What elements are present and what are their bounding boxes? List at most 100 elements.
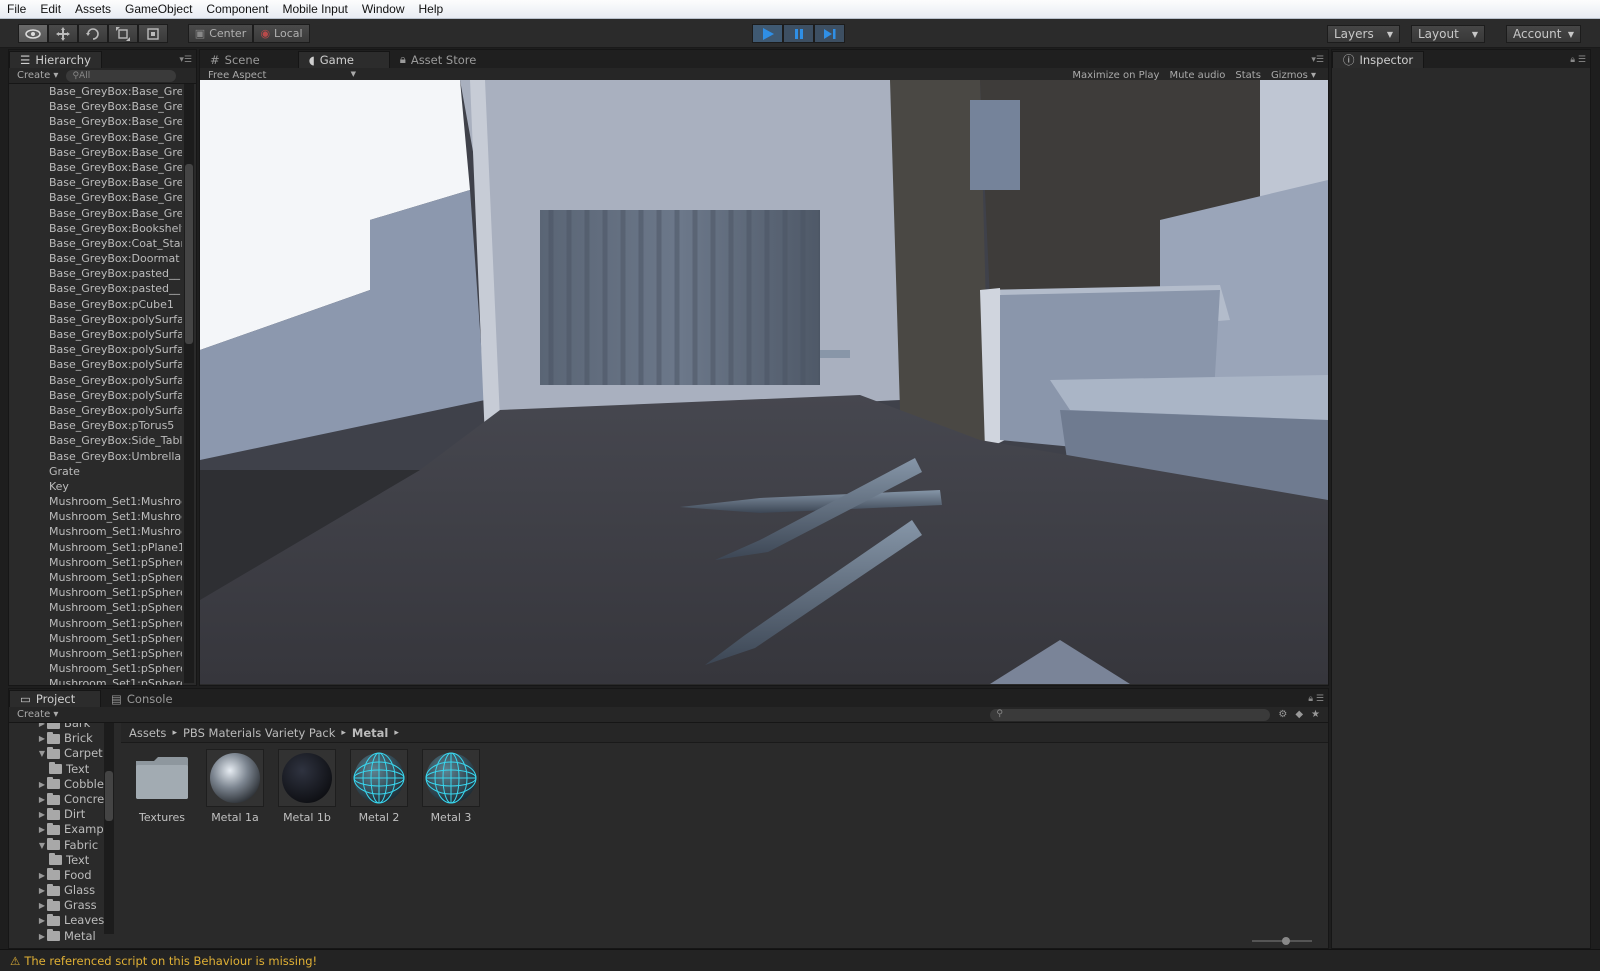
project-folder-item[interactable]: ▶ Cobble <box>9 777 107 792</box>
expand-arrow-right-icon[interactable]: ▶ <box>37 898 47 913</box>
expand-arrow-right-icon[interactable]: ▶ <box>37 723 47 731</box>
hierarchy-item[interactable]: Base_GreyBox:Base_Grey <box>9 206 182 221</box>
panel-menu-icon[interactable]: 🔒︎ ☰ <box>1308 694 1324 704</box>
hierarchy-item[interactable]: Mushroom_Set1:pSphere <box>9 646 182 661</box>
project-folder-item[interactable]: ▶ Concre <box>9 792 107 807</box>
hierarchy-item[interactable]: Base_GreyBox:Base_Grey <box>9 99 182 114</box>
tab-scene[interactable]: # Scene <box>200 51 270 68</box>
space-local-toggle[interactable]: ◉ Local <box>253 24 310 43</box>
scrollbar-thumb[interactable] <box>105 771 113 821</box>
tab-project[interactable]: ▭ Project <box>9 690 101 707</box>
project-folder-item[interactable]: ▶ Bark <box>9 723 107 731</box>
project-search-input[interactable]: ⚲ <box>990 708 1271 721</box>
hierarchy-scrollbar[interactable] <box>184 84 194 683</box>
game-view-render[interactable] <box>200 80 1328 684</box>
menu-item-edit[interactable]: Edit <box>40 2 61 16</box>
status-message[interactable]: The referenced script on this Behaviour … <box>24 954 317 968</box>
menu-item-file[interactable]: File <box>7 2 26 16</box>
hierarchy-item[interactable]: Base_GreyBox:Base_Grey <box>9 114 182 129</box>
breadcrumb-item[interactable]: Assets <box>129 726 166 740</box>
project-folder-item[interactable]: ▶ Food <box>9 868 107 883</box>
move-tool-button[interactable] <box>48 24 78 43</box>
play-button[interactable] <box>752 24 783 43</box>
step-button[interactable] <box>814 24 845 43</box>
hierarchy-item[interactable]: Base_GreyBox:polySurface <box>9 388 182 403</box>
hierarchy-item[interactable]: Mushroom_Set1:Mushroom <box>9 509 182 524</box>
hierarchy-item[interactable]: Grate <box>9 464 182 479</box>
lock-icon[interactable]: 🔒︎ ☰ <box>1570 55 1586 65</box>
hierarchy-item[interactable]: Mushroom_Set1:Mushroom <box>9 524 182 539</box>
hierarchy-item[interactable]: Base_GreyBox:Base_Grey <box>9 130 182 145</box>
hierarchy-item[interactable]: Mushroom_Set1:pSphere <box>9 555 182 570</box>
hierarchy-item[interactable]: Base_GreyBox:Side_Table <box>9 433 182 448</box>
hierarchy-search-input[interactable]: ⚲ All <box>66 69 177 82</box>
project-folder-item[interactable]: ▶ Brick <box>9 731 107 746</box>
hierarchy-item[interactable]: Base_GreyBox:pTorus5 <box>9 418 182 433</box>
asset-item[interactable]: Textures <box>132 749 192 824</box>
hierarchy-item[interactable]: Base_GreyBox:pasted__ <box>9 266 182 281</box>
hierarchy-item[interactable]: Base_GreyBox:Umbrella <box>9 449 182 464</box>
menu-item-gameobject[interactable]: GameObject <box>125 2 192 16</box>
hierarchy-item[interactable]: Mushroom_Set1:pSphere <box>9 616 182 631</box>
slider-handle[interactable] <box>1282 937 1290 945</box>
expand-arrow-right-icon[interactable]: ▶ <box>37 929 47 944</box>
expand-arrow-right-icon[interactable]: ▶ <box>37 822 47 837</box>
project-folder-item[interactable]: Text <box>9 762 107 777</box>
scale-tool-button[interactable] <box>108 24 138 43</box>
hierarchy-item[interactable]: Base_GreyBox:polySurface <box>9 312 182 327</box>
menu-item-mobile-input[interactable]: Mobile Input <box>282 2 347 16</box>
project-folder-item[interactable]: ▼ Fabric <box>9 838 107 853</box>
hierarchy-item[interactable]: Base_GreyBox:pasted__ <box>9 281 182 296</box>
rotate-tool-button[interactable] <box>78 24 108 43</box>
expand-arrow-down-icon[interactable]: ▼ <box>37 838 47 853</box>
menu-item-assets[interactable]: Assets <box>75 2 111 16</box>
menu-item-help[interactable]: Help <box>419 2 444 16</box>
hierarchy-item[interactable]: Base_GreyBox:Base_Grey <box>9 190 182 205</box>
scrollbar-thumb[interactable] <box>185 164 193 344</box>
project-folder-item[interactable]: ▼ Carpet <box>9 746 107 761</box>
hierarchy-item[interactable]: Base_GreyBox:polySurface <box>9 357 182 372</box>
expand-arrow-right-icon[interactable]: ▶ <box>37 777 47 792</box>
view-tool-button[interactable] <box>18 24 48 43</box>
hierarchy-item[interactable]: Base_GreyBox:Doormat <box>9 251 182 266</box>
tab-hierarchy[interactable]: ☰ Hierarchy <box>9 51 102 68</box>
menu-item-window[interactable]: Window <box>362 2 405 16</box>
project-folder-item[interactable]: Text <box>9 853 107 868</box>
panel-menu-icon[interactable]: ▾☰ <box>1311 55 1324 65</box>
project-folder-item[interactable]: ▶ Grass <box>9 898 107 913</box>
hierarchy-item[interactable]: Mushroom_Set1:pSphere <box>9 661 182 676</box>
layout-dropdown[interactable]: Layout ▼ <box>1411 25 1485 43</box>
hierarchy-item[interactable]: Base_GreyBox:polySurface <box>9 327 182 342</box>
project-folder-item[interactable]: ▶ Leaves <box>9 913 107 928</box>
asset-item[interactable]: Metal 2 <box>349 749 409 824</box>
project-tree-scrollbar[interactable] <box>104 723 114 934</box>
expand-arrow-right-icon[interactable]: ▶ <box>37 868 47 883</box>
asset-item[interactable]: Metal 3 <box>421 749 481 824</box>
hierarchy-item[interactable]: Mushroom_Set1:pSphere <box>9 585 182 600</box>
hierarchy-item[interactable]: Base_GreyBox:Coat_Stand <box>9 236 182 251</box>
account-dropdown[interactable]: Account ▼ <box>1506 25 1581 43</box>
layers-dropdown[interactable]: Layers ▼ <box>1327 25 1400 43</box>
project-folder-item[interactable]: ▶ Glass <box>9 883 107 898</box>
project-folder-item[interactable]: ▶ Dirt <box>9 807 107 822</box>
expand-arrow-right-icon[interactable]: ▶ <box>37 883 47 898</box>
breadcrumb-item[interactable]: Metal <box>352 726 388 740</box>
hierarchy-item[interactable]: Base_GreyBox:Base_Grey <box>9 84 182 99</box>
breadcrumb-item[interactable]: PBS Materials Variety Pack <box>183 726 335 740</box>
asset-item[interactable]: Metal 1a <box>205 749 265 824</box>
hierarchy-item[interactable]: Base_GreyBox:polySurface <box>9 342 182 357</box>
tab-inspector[interactable]: ⓘ Inspector <box>1332 51 1424 68</box>
tab-asset-store[interactable]: 🔒︎ Asset Store <box>390 51 487 68</box>
hierarchy-item[interactable]: Base_GreyBox:Base_Grey <box>9 175 182 190</box>
project-folder-item[interactable]: ▶ Examp <box>9 822 107 837</box>
pause-button[interactable] <box>783 24 814 43</box>
hierarchy-item[interactable]: Base_GreyBox:Base_Grey <box>9 160 182 175</box>
panel-menu-icon[interactable]: ▾☰ <box>179 55 192 65</box>
tab-console[interactable]: ▤ Console <box>101 690 183 707</box>
tab-game[interactable]: ◖ Game <box>297 51 390 68</box>
expand-arrow-right-icon[interactable]: ▶ <box>37 807 47 822</box>
filter-label-icon[interactable]: ◆ <box>1295 709 1303 720</box>
favorite-star-icon[interactable]: ★ <box>1311 709 1320 720</box>
thumbnail-size-slider[interactable] <box>1252 937 1312 945</box>
hierarchy-item[interactable]: Base_GreyBox:Bookshelf <box>9 221 182 236</box>
